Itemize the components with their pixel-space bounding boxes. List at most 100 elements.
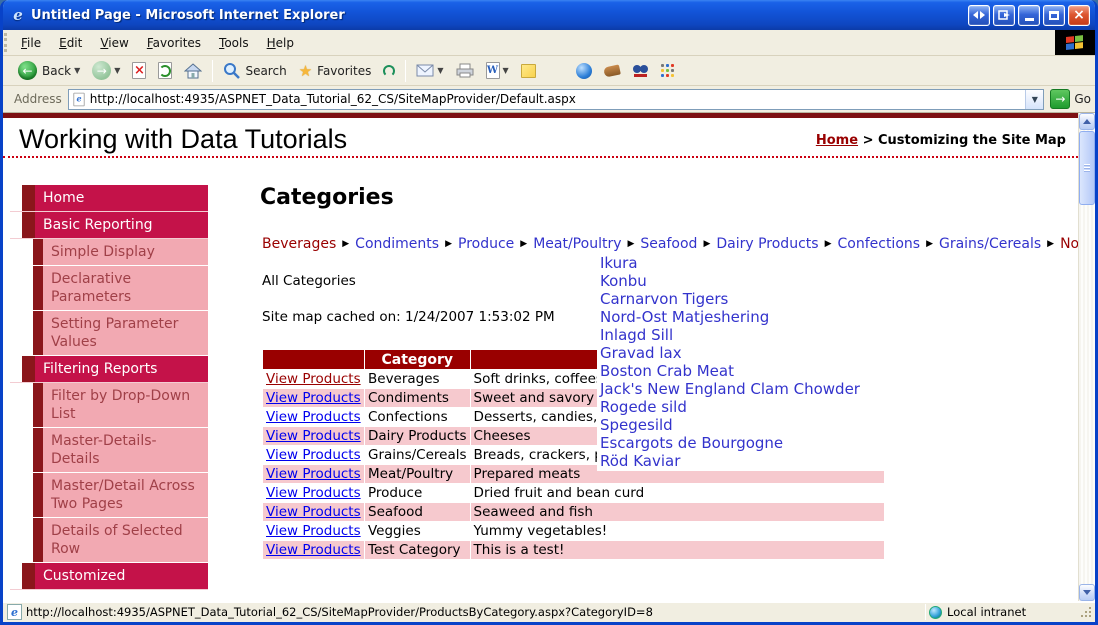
close-button[interactable]: × <box>1068 4 1090 26</box>
sidebar-item-filtering-reports[interactable]: Filtering Reports <box>10 356 208 383</box>
scrollbar-track[interactable] <box>1079 206 1095 584</box>
sidebar-item-basic-reporting[interactable]: Basic Reporting <box>10 212 208 239</box>
msn-button[interactable] <box>571 61 597 81</box>
refresh-button[interactable] <box>153 60 177 81</box>
category-menu-item-confections[interactable]: Confections <box>837 236 920 252</box>
flyout-product-ikura[interactable]: Ikura <box>597 254 885 272</box>
address-dropdown-button[interactable]: ▼ <box>1025 89 1044 109</box>
go-button[interactable]: → Go <box>1050 89 1091 109</box>
menu-arrow-icon: ▶ <box>627 239 635 249</box>
sidebar-item-label: Details of Selected Row <box>43 518 208 562</box>
menu-edit[interactable]: Edit <box>50 36 91 50</box>
view-products-link-seafood[interactable]: View Products <box>266 504 361 520</box>
category-menu-item-produce[interactable]: Produce <box>458 236 514 252</box>
category-menu-item-condiments[interactable]: Condiments <box>355 236 439 252</box>
view-products-link-veggies[interactable]: View Products <box>266 523 361 539</box>
sidebar-item-marker <box>22 212 35 238</box>
popout-button[interactable] <box>993 4 1015 26</box>
view-products-link-meat-poultry[interactable]: View Products <box>266 466 361 482</box>
category-cell: Dairy Products <box>365 427 470 445</box>
back-dropdown-icon[interactable]: ▼ <box>74 66 80 75</box>
toolbar-separator-2 <box>405 59 407 82</box>
research-binoculars-icon <box>632 65 648 77</box>
menu-file[interactable]: File <box>12 36 50 50</box>
breadcrumb-home-link[interactable]: Home <box>816 133 858 148</box>
edit-with-word-button[interactable]: W ▼ <box>481 60 514 81</box>
forward-button[interactable]: → ▼ <box>87 59 125 82</box>
view-products-cell: View Products <box>263 446 364 464</box>
menu-view[interactable]: View <box>91 36 137 50</box>
category-menu-item-none[interactable]: None <box>1060 236 1078 252</box>
sidebar-item-filter-by-drop-down-list[interactable]: Filter by Drop-Down List <box>10 383 208 428</box>
category-menu-item-grains-cereals[interactable]: Grains/Cereals <box>939 236 1041 252</box>
status-page-icon: e <box>7 604 22 620</box>
nav-arrows-button[interactable] <box>968 4 990 26</box>
view-products-link-dairy-products[interactable]: View Products <box>266 428 361 444</box>
flyout-product-escargots-de-bourgogne[interactable]: Escargots de Bourgogne <box>597 434 885 452</box>
minimize-button[interactable] <box>1018 4 1040 26</box>
search-button[interactable]: Search <box>218 60 291 81</box>
sidebar-item-simple-display[interactable]: Simple Display <box>10 239 208 266</box>
view-products-cell: View Products <box>263 522 364 540</box>
sidebar-item-customized[interactable]: Customized <box>10 563 208 590</box>
flyout-product-r-d-kaviar[interactable]: Röd Kaviar <box>597 452 885 470</box>
flyout-product-nord-ost-matjeshering[interactable]: Nord-Ost Matjeshering <box>597 308 885 326</box>
address-input[interactable]: e http://localhost:4935/ASPNET_Data_Tuto… <box>67 88 1045 110</box>
flyout-product-carnarvon-tigers[interactable]: Carnarvon Tigers <box>597 290 885 308</box>
view-products-link-confections[interactable]: View Products <box>266 409 361 425</box>
category-cell: Veggies <box>368 523 421 539</box>
sidebar-item-setting-parameter-values[interactable]: Setting Parameter Values <box>10 311 208 356</box>
scrollbar-thumb[interactable] <box>1079 131 1095 205</box>
menu-help[interactable]: Help <box>258 36 303 50</box>
print-button[interactable] <box>451 61 479 80</box>
category-menu-item-dairy-products[interactable]: Dairy Products <box>716 236 818 252</box>
messenger-button[interactable] <box>656 62 680 80</box>
sidebar-item-master-details-details[interactable]: Master-Details-Details <box>10 428 208 473</box>
category-menu-item-beverages[interactable]: Beverages <box>262 236 336 252</box>
mail-button[interactable]: ▼ <box>411 62 448 79</box>
view-products-link-produce[interactable]: View Products <box>266 485 361 501</box>
flyout-product-rogede-sild[interactable]: Rogede sild <box>597 398 885 416</box>
sidebar-item-declarative-parameters[interactable]: Declarative Parameters <box>10 266 208 311</box>
sidebar-item-master-detail-across-two-pages[interactable]: Master/Detail Across Two Pages <box>10 473 208 518</box>
flyout-product-gravad-lax[interactable]: Gravad lax <box>597 344 885 362</box>
view-products-link-grains-cereals[interactable]: View Products <box>266 447 361 463</box>
view-products-link-beverages[interactable]: View Products <box>266 371 361 387</box>
menu-favorites[interactable]: Favorites <box>138 36 210 50</box>
resize-grip[interactable] <box>1079 605 1093 619</box>
home-button[interactable] <box>179 61 207 81</box>
status-url: http://localhost:4935/ASPNET_Data_Tutori… <box>26 605 653 619</box>
edit-dropdown-icon[interactable]: ▼ <box>503 66 509 75</box>
address-url-text[interactable]: http://localhost:4935/ASPNET_Data_Tutori… <box>86 92 1026 106</box>
scroll-up-button[interactable] <box>1079 113 1095 130</box>
stop-button[interactable]: × <box>127 60 151 81</box>
flyout-product-boston-crab-meat[interactable]: Boston Crab Meat <box>597 362 885 380</box>
sidebar-item-details-of-selected-row[interactable]: Details of Selected Row <box>10 518 208 563</box>
research-button[interactable] <box>627 61 654 80</box>
scroll-down-button[interactable] <box>1079 584 1095 601</box>
menu-tools[interactable]: Tools <box>210 36 258 50</box>
sidebar-item-marker <box>33 428 43 472</box>
view-products-link-condiments[interactable]: View Products <box>266 390 361 406</box>
back-button[interactable]: ← Back ▼ <box>13 59 85 82</box>
favorites-button[interactable]: ★ Favorites <box>294 60 377 82</box>
view-products-link-test-category[interactable]: View Products <box>266 542 361 558</box>
toolbar-grip[interactable] <box>4 33 11 52</box>
minimize-icon <box>1024 18 1034 21</box>
flyout-product-inlagd-sill[interactable]: Inlagd Sill <box>597 326 885 344</box>
maximize-button[interactable] <box>1043 4 1065 26</box>
mail-dropdown-icon[interactable]: ▼ <box>437 66 443 75</box>
category-menu-item-seafood[interactable]: Seafood <box>640 236 697 252</box>
vertical-scrollbar[interactable] <box>1078 113 1095 601</box>
ie-logo-icon: e <box>13 6 23 24</box>
forward-icon: → <box>92 61 112 80</box>
category-menu-item-meat-poultry[interactable]: Meat/Poultry <box>533 236 621 252</box>
sidebar-item-home[interactable]: Home <box>10 185 208 212</box>
flyout-product-jack-s-new-england-clam-chowder[interactable]: Jack's New England Clam Chowder <box>597 380 885 398</box>
forward-dropdown-icon[interactable]: ▼ <box>114 66 120 75</box>
history-button[interactable] <box>378 63 400 79</box>
flyout-product-spegesild[interactable]: Spegesild <box>597 416 885 434</box>
discuss-button[interactable] <box>516 62 541 80</box>
addon-button[interactable] <box>599 63 625 78</box>
flyout-product-konbu[interactable]: Konbu <box>597 272 885 290</box>
